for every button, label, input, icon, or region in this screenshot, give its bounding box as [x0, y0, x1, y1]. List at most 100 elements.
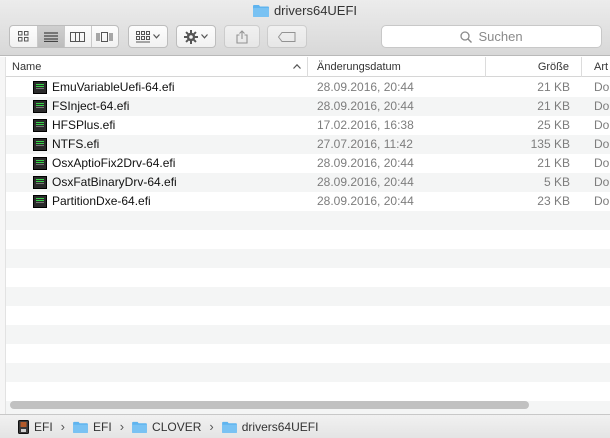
file-date: 28.09.2016, 20:44 — [317, 80, 414, 94]
path-crumb[interactable]: drivers64UEFI — [221, 419, 319, 434]
file-kind: Do — [594, 137, 610, 151]
path-crumb-label: drivers64UEFI — [241, 419, 319, 434]
grid-icon — [18, 31, 29, 42]
empty-row — [6, 344, 610, 363]
file-name: EmuVariableUefi-64.efi — [52, 80, 175, 94]
file-name: FSInject-64.efi — [52, 99, 130, 113]
file-row[interactable]: FSInject-64.efi 28.09.2016, 20:44 21 KB Do — [6, 97, 610, 116]
file-name: PartitionDxe-64.efi — [52, 194, 151, 208]
folder-icon — [73, 421, 88, 433]
sort-ascending-icon — [293, 64, 301, 69]
column-header: Name Änderungsdatum Größe Art — [6, 57, 610, 77]
file-name: OsxAptioFix2Drv-64.efi — [52, 156, 176, 170]
share-icon — [236, 29, 248, 44]
coverflow-view-button[interactable] — [92, 26, 118, 47]
chevron-right-icon: › — [60, 419, 66, 434]
chevron-down-icon — [201, 34, 208, 39]
file-size: 5 KB — [543, 175, 570, 189]
empty-row — [6, 230, 610, 249]
executable-file-icon — [33, 157, 47, 170]
file-name: OsxFatBinaryDrv-64.efi — [52, 175, 177, 189]
executable-file-icon — [33, 138, 47, 151]
file-date: 17.02.2016, 16:38 — [317, 118, 414, 132]
column-view-button[interactable] — [65, 26, 92, 47]
empty-row — [6, 382, 610, 401]
file-size: 135 KB — [530, 137, 570, 151]
empty-row — [6, 268, 610, 287]
file-name: HFSPlus.efi — [52, 118, 116, 132]
horizontal-scrollbar[interactable] — [10, 401, 529, 409]
executable-file-icon — [33, 195, 47, 208]
file-size: 23 KB — [537, 194, 570, 208]
column-header-size[interactable]: Größe — [486, 57, 582, 77]
file-kind: Do — [594, 175, 610, 189]
folder-icon — [132, 421, 147, 433]
path-crumb[interactable]: EFI — [18, 419, 53, 434]
file-size: 25 KB — [537, 118, 570, 132]
search-icon — [460, 30, 473, 43]
search-field[interactable]: Suchen — [381, 25, 602, 48]
file-list: EmuVariableUefi-64.efi 28.09.2016, 20:44 2… — [6, 78, 610, 414]
file-kind: Do — [594, 118, 610, 132]
path-crumb-label: CLOVER — [152, 419, 202, 434]
file-size: 21 KB — [537, 156, 570, 170]
file-row[interactable]: EmuVariableUefi-64.efi 28.09.2016, 20:44 2… — [6, 78, 610, 97]
file-row[interactable]: OsxAptioFix2Drv-64.efi 28.09.2016, 20:44 2… — [6, 154, 610, 173]
path-crumb[interactable]: EFI — [73, 420, 112, 434]
list-icon — [44, 31, 59, 42]
file-row[interactable]: OsxFatBinaryDrv-64.efi 28.09.2016, 20:44 5… — [6, 173, 610, 192]
empty-row — [6, 363, 610, 382]
executable-file-icon — [33, 81, 47, 94]
file-row[interactable]: NTFS.efi 27.07.2016, 11:42 135 KB Do — [6, 135, 610, 154]
column-header-date[interactable]: Änderungsdatum — [308, 57, 486, 77]
empty-row — [6, 306, 610, 325]
file-date: 28.09.2016, 20:44 — [317, 156, 414, 170]
empty-row — [6, 211, 610, 230]
chevron-down-icon — [153, 34, 160, 39]
arrange-icon — [136, 30, 150, 42]
file-size: 21 KB — [537, 80, 570, 94]
empty-row — [6, 249, 610, 268]
file-date: 28.09.2016, 20:44 — [317, 99, 414, 113]
tag-icon — [278, 31, 296, 42]
column-header-kind[interactable]: Art — [582, 57, 610, 77]
tags-button[interactable] — [267, 25, 307, 48]
file-row[interactable]: HFSPlus.efi 17.02.2016, 16:38 25 KB Do — [6, 116, 610, 135]
empty-row — [6, 287, 610, 306]
disk-icon — [18, 419, 29, 434]
window-title-text: drivers64UEFI — [273, 3, 358, 18]
path-crumb-label: EFI — [93, 419, 112, 434]
executable-file-icon — [33, 119, 47, 132]
share-button[interactable] — [224, 25, 260, 48]
window-title: drivers64UEFI — [0, 3, 610, 20]
view-mode-control[interactable] — [9, 25, 119, 48]
columns-icon — [70, 31, 86, 42]
file-row[interactable]: PartitionDxe-64.efi 28.09.2016, 20:44 23 K… — [6, 192, 610, 211]
folder-icon — [252, 4, 269, 20]
file-date: 28.09.2016, 20:44 — [317, 175, 414, 189]
arrange-button[interactable] — [128, 25, 168, 48]
file-kind: Do — [594, 99, 610, 113]
chevron-right-icon: › — [119, 419, 125, 434]
empty-row — [6, 325, 610, 344]
file-date: 28.09.2016, 20:44 — [317, 194, 414, 208]
path-bar: EFI › EFI › CLOVER › drivers64UEFI — [0, 414, 610, 438]
window-titlebar: drivers64UEFI Suchen — [0, 0, 610, 56]
file-kind: Do — [594, 156, 610, 170]
coverflow-icon — [96, 31, 113, 42]
icon-view-button[interactable] — [10, 26, 39, 47]
path-crumb[interactable]: CLOVER — [132, 420, 201, 434]
file-kind: Do — [594, 80, 610, 94]
executable-file-icon — [33, 100, 47, 113]
file-date: 27.07.2016, 11:42 — [317, 137, 413, 151]
path-crumb-label: EFI — [34, 419, 53, 434]
column-header-name[interactable]: Name — [6, 57, 308, 77]
chevron-right-icon: › — [209, 419, 214, 434]
executable-file-icon — [33, 176, 47, 189]
file-size: 21 KB — [537, 99, 570, 113]
list-view-button[interactable] — [38, 26, 65, 47]
folder-icon — [221, 421, 237, 433]
file-name: NTFS.efi — [52, 137, 100, 151]
action-menu-button[interactable] — [176, 25, 216, 48]
search-placeholder: Suchen — [478, 29, 523, 44]
